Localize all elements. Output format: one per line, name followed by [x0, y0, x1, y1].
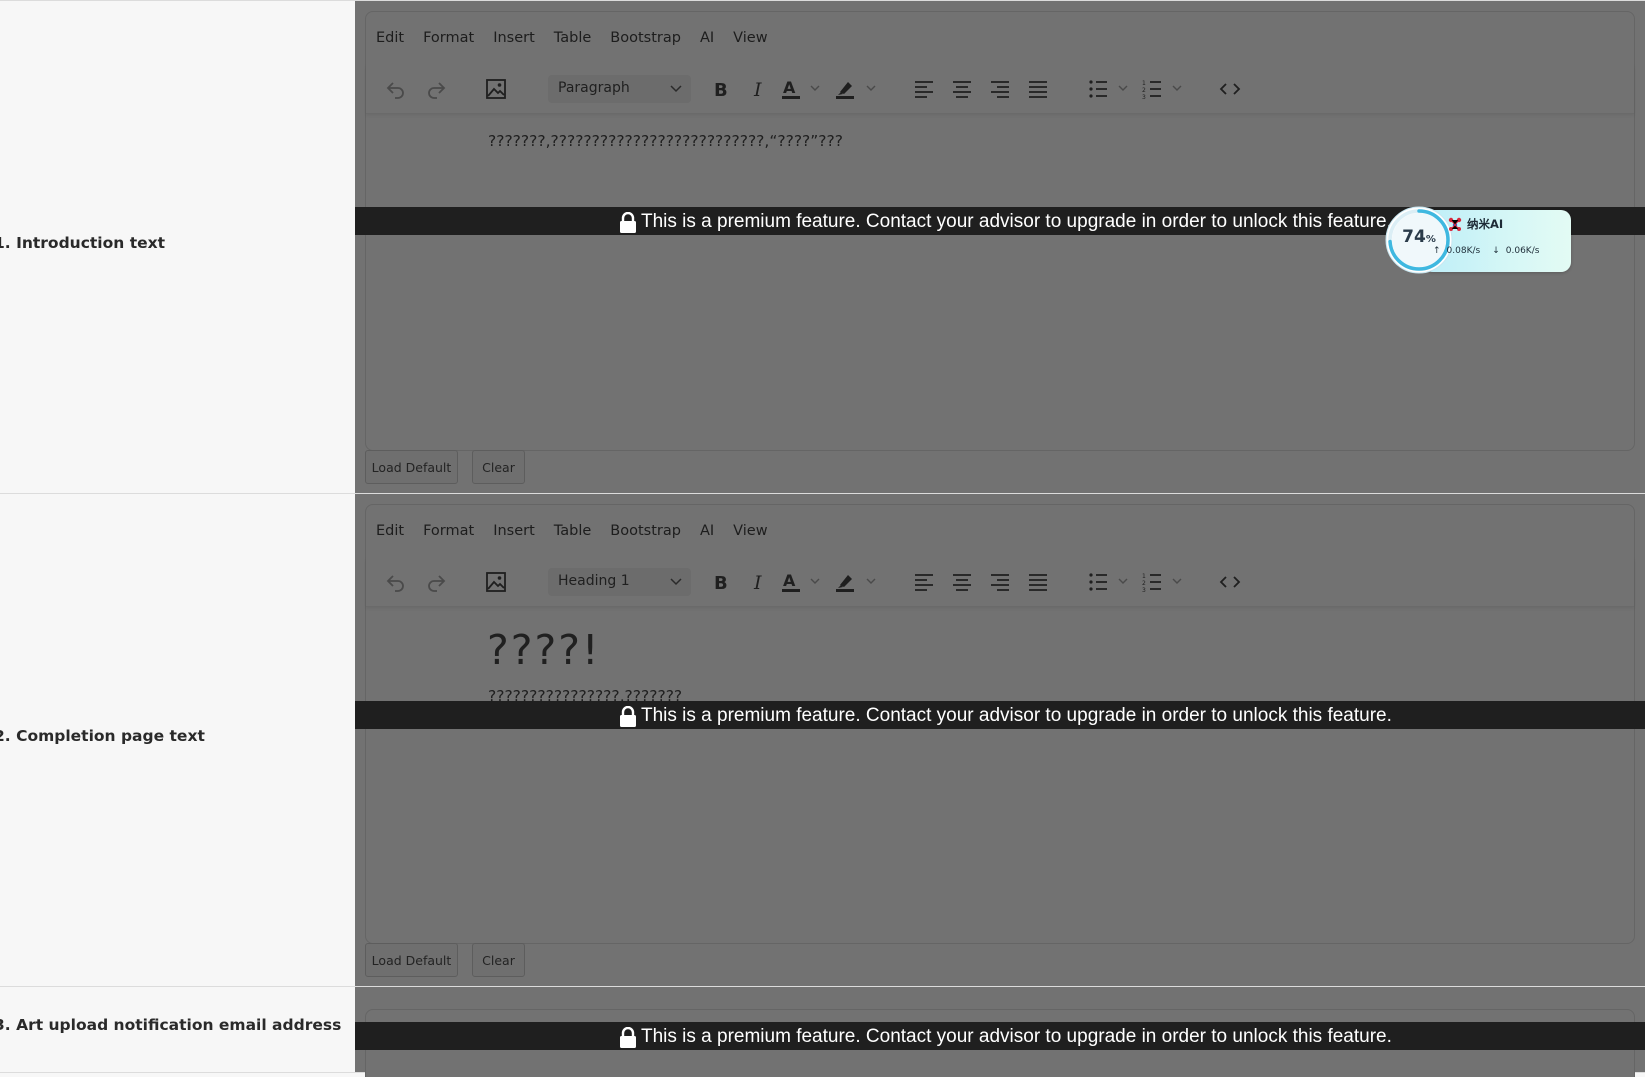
source-code-icon[interactable]	[1218, 75, 1242, 103]
menu-view[interactable]: View	[733, 521, 767, 545]
row-label: 2. Completion page text	[0, 727, 205, 745]
text-color-icon[interactable]: A	[780, 568, 824, 596]
lock-icon	[620, 211, 636, 233]
align-right-icon[interactable]	[988, 75, 1012, 103]
svg-text:1: 1	[1142, 80, 1146, 87]
svg-text:B: B	[714, 573, 728, 592]
widget-brand-name: 纳米AI	[1467, 217, 1504, 231]
redo-icon[interactable]	[424, 568, 448, 596]
content-paragraph: ???????,??????????????????????????,“????…	[488, 132, 843, 150]
editor-menubar: Edit Format Insert Table Bootstrap AI Vi…	[376, 28, 787, 52]
widget-speeds: ↑ 0.08K/s ↓ 0.06K/s	[1433, 246, 1551, 256]
load-default-button[interactable]: Load Default	[365, 943, 458, 977]
italic-icon[interactable]: I	[748, 568, 770, 596]
premium-banner: This is a premium feature. Contact your …	[355, 701, 1645, 729]
form-row-completion-page-text: 2. Completion page text Edit Format Inse…	[0, 494, 1645, 987]
menu-insert[interactable]: Insert	[493, 28, 535, 52]
menu-ai[interactable]: AI	[700, 521, 714, 545]
image-icon[interactable]	[484, 568, 508, 596]
align-justify-icon[interactable]	[1026, 75, 1050, 103]
svg-text:3: 3	[1142, 587, 1146, 592]
text-color-icon[interactable]: A	[780, 75, 824, 103]
premium-notice-text: This is a premium feature. Contact your …	[641, 1026, 1392, 1047]
download-speed: ↓ 0.06K/s	[1492, 246, 1540, 256]
menu-edit[interactable]: Edit	[376, 521, 404, 545]
field-cell: Edit Format Insert Table Bootstrap AI Vi…	[355, 494, 1645, 986]
editor-toolbar: Paragraph B I A 1 2 3	[366, 64, 1634, 114]
align-left-icon[interactable]	[912, 75, 936, 103]
premium-banner: This is a premium feature. Contact your …	[355, 1022, 1645, 1050]
bold-icon[interactable]: B	[710, 75, 732, 103]
widget-brand: 纳米AI	[1447, 216, 1503, 232]
editor-toolbar: Heading 1 B I A 1 2 3	[366, 557, 1634, 607]
block-format-value: Heading 1	[558, 573, 630, 589]
load-default-button[interactable]: Load Default	[365, 450, 458, 484]
align-justify-icon[interactable]	[1026, 568, 1050, 596]
row-label-cell: 2. Completion page text	[0, 494, 355, 986]
numbered-list-icon[interactable]: 123	[1142, 568, 1186, 596]
menu-insert[interactable]: Insert	[493, 521, 535, 545]
image-icon[interactable]	[484, 75, 508, 103]
menu-edit[interactable]: Edit	[376, 28, 404, 52]
menu-format[interactable]: Format	[423, 28, 474, 52]
svg-text:A: A	[783, 78, 796, 97]
clear-button[interactable]: Clear	[472, 943, 525, 977]
premium-notice-text: This is a premium feature. Contact your …	[641, 211, 1392, 232]
svg-text:1: 1	[1142, 573, 1146, 580]
svg-text:A: A	[783, 571, 796, 590]
highlight-color-icon[interactable]	[834, 75, 880, 103]
svg-text:I: I	[753, 79, 762, 99]
menu-bootstrap[interactable]: Bootstrap	[610, 28, 681, 52]
lock-icon	[620, 1026, 636, 1048]
row-label-cell: 3. Art upload notification email address	[0, 987, 355, 1072]
menu-view[interactable]: View	[733, 28, 767, 52]
block-format-select[interactable]: Heading 1	[548, 568, 691, 596]
nano-ai-logo-icon	[1448, 217, 1462, 231]
premium-notice-text: This is a premium feature. Contact your …	[641, 705, 1392, 726]
highlight-color-icon[interactable]	[834, 568, 880, 596]
bullet-list-icon[interactable]	[1088, 75, 1132, 103]
arrow-up-icon: ↑	[1433, 246, 1441, 256]
bullet-list-icon[interactable]	[1088, 568, 1132, 596]
upload-speed: ↑ 0.08K/s	[1433, 246, 1481, 256]
svg-text:B: B	[714, 80, 728, 99]
align-center-icon[interactable]	[950, 75, 974, 103]
menu-table[interactable]: Table	[554, 28, 592, 52]
chevron-down-icon	[670, 578, 682, 586]
menu-table[interactable]: Table	[554, 521, 592, 545]
menu-ai[interactable]: AI	[700, 28, 714, 52]
svg-text:2: 2	[1142, 580, 1146, 587]
block-format-value: Paragraph	[558, 80, 630, 96]
menu-format[interactable]: Format	[423, 521, 474, 545]
align-left-icon[interactable]	[912, 568, 936, 596]
source-code-icon[interactable]	[1218, 568, 1242, 596]
bold-icon[interactable]: B	[710, 568, 732, 596]
arrow-down-icon: ↓	[1492, 246, 1500, 256]
numbered-list-icon[interactable]: 123	[1142, 75, 1186, 103]
clear-button[interactable]: Clear	[472, 450, 525, 484]
align-center-icon[interactable]	[950, 568, 974, 596]
block-format-select[interactable]: Paragraph	[548, 75, 691, 103]
undo-icon[interactable]	[384, 568, 408, 596]
align-right-icon[interactable]	[988, 568, 1012, 596]
usage-percent: 74%	[1402, 227, 1436, 247]
editor-menubar: Edit Format Insert Table Bootstrap AI Vi…	[376, 521, 787, 545]
undo-icon[interactable]	[384, 75, 408, 103]
italic-icon[interactable]: I	[748, 75, 770, 103]
row-label-cell: 1. Introduction text	[0, 1, 355, 493]
menu-bootstrap[interactable]: Bootstrap	[610, 521, 681, 545]
redo-icon[interactable]	[424, 75, 448, 103]
page: 1. Introduction text Edit Format Insert …	[0, 0, 1645, 1077]
network-speed-widget[interactable]: 74% 纳米AI ↑ 0.08K/s ↓ 0.06K/s	[1385, 206, 1571, 274]
svg-text:2: 2	[1142, 87, 1146, 94]
lock-icon	[620, 705, 636, 727]
chevron-down-icon	[670, 85, 682, 93]
svg-text:3: 3	[1142, 94, 1146, 99]
row-label: 3. Art upload notification email address	[0, 1016, 342, 1034]
row-label: 1. Introduction text	[0, 234, 166, 252]
svg-text:I: I	[753, 572, 762, 592]
content-heading: ????!	[487, 626, 601, 674]
